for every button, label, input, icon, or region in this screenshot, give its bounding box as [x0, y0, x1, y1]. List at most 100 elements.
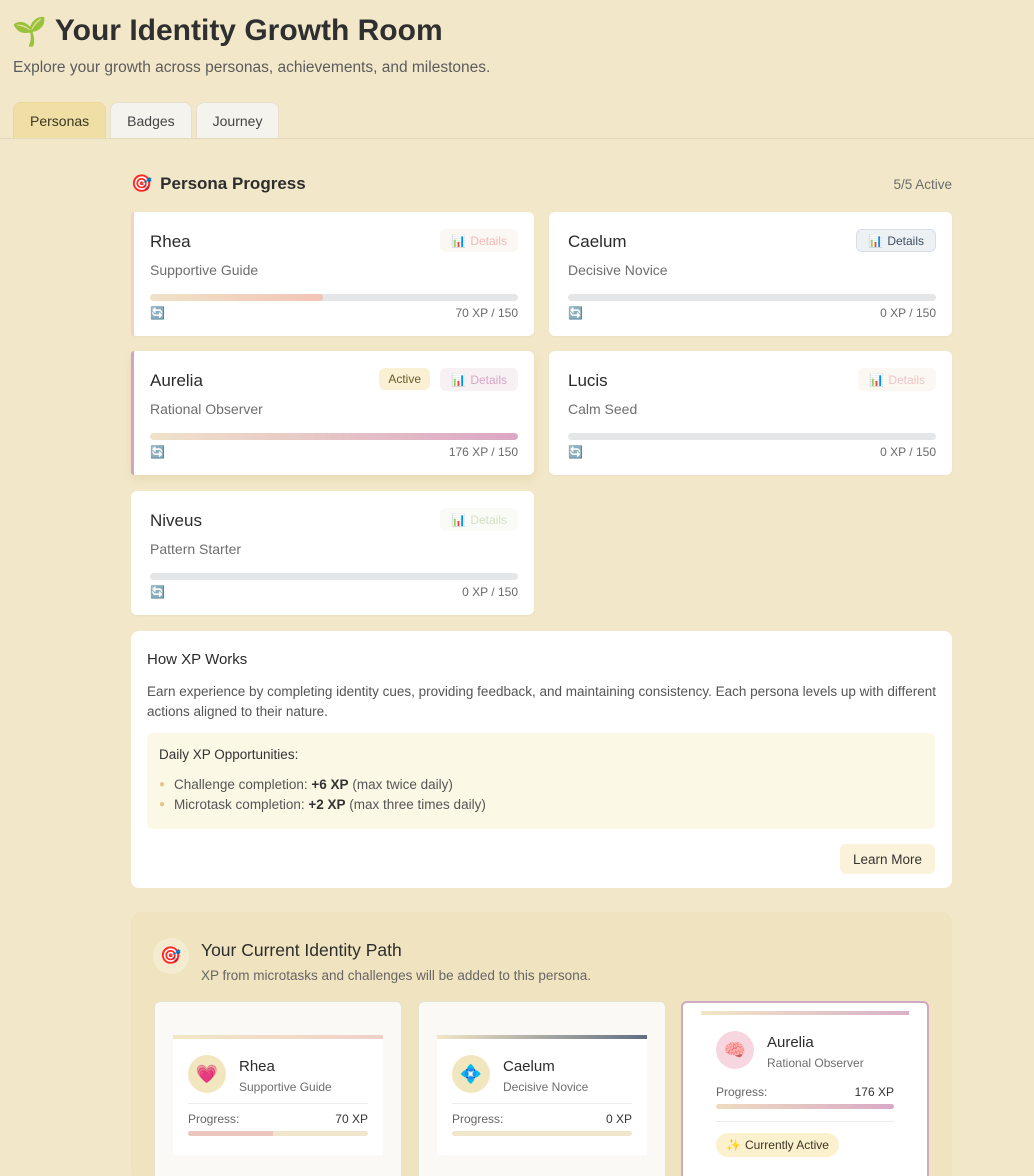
details-button[interactable]: 📊 Details [440, 229, 518, 252]
card-accent [131, 212, 134, 336]
path-persona-card-aurelia[interactable]: 🧠 Aurelia Rational Observer Progress: 17… [681, 1001, 929, 1176]
persona-name: Aurelia [150, 371, 203, 390]
persona-role: Decisive Novice [503, 1080, 589, 1094]
chart-icon: 📊 [451, 512, 467, 527]
progress-bar [716, 1104, 894, 1109]
chart-icon: 📊 [451, 233, 467, 248]
opportunity-label: Microtask completion: [174, 797, 305, 812]
xp-progress-bar [150, 433, 518, 440]
progress-label: Progress: [188, 1112, 240, 1126]
persona-card-niveus[interactable]: Niveus Pattern Starter 📊 Details 🔄 0 XP /… [131, 491, 534, 615]
persona-name: Niveus [150, 511, 202, 530]
persona-card-caelum[interactable]: Caelum Decisive Novice 📊 Details 🔄 0 XP /… [549, 212, 952, 336]
details-label: Details [470, 512, 507, 527]
refresh-icon[interactable]: 🔄 [150, 585, 165, 599]
opportunity-amount: +2 XP [308, 797, 346, 812]
divider [716, 1121, 894, 1122]
refresh-icon[interactable]: 🔄 [568, 445, 583, 459]
daily-xp-opportunities: Daily XP Opportunities: ● Challenge compl… [147, 733, 935, 829]
tab-badges[interactable]: Badges [110, 102, 192, 138]
persona-role: Rational Observer [150, 401, 263, 417]
xp-value: 0 XP / 150 [462, 585, 518, 599]
card-strip [701, 1011, 909, 1015]
persona-role: Pattern Starter [150, 541, 242, 557]
details-label: Details [470, 233, 507, 248]
progress-value: 176 XP [854, 1085, 894, 1099]
details-button[interactable]: 📊 Details [440, 368, 518, 391]
details-label: Details [888, 372, 925, 387]
refresh-icon[interactable]: 🔄 [568, 306, 583, 320]
persona-card-rhea[interactable]: Rhea Supportive Guide 📊 Details 🔄 70 XP /… [131, 212, 534, 336]
persona-role: Decisive Novice [568, 262, 668, 278]
chart-icon: 📊 [451, 372, 467, 387]
card-strip [437, 1035, 647, 1039]
persona-name: Caelum [568, 232, 627, 251]
details-label: Details [887, 233, 924, 248]
details-button[interactable]: 📊 Details [440, 508, 518, 531]
currently-active-label: Currently Active [744, 1138, 829, 1152]
xp-info-description: Earn experience by completing identity c… [147, 684, 936, 719]
page-title-text: Your Identity Growth Room [54, 14, 443, 47]
seedling-icon: 🌱 [12, 15, 47, 47]
target-icon: 🎯 [153, 938, 189, 974]
card-inner: 💠 Caelum Decisive Novice Progress: 0 XP [437, 1035, 647, 1155]
identity-path-subtitle: XP from microtasks and challenges will b… [201, 968, 591, 983]
divider [452, 1103, 632, 1104]
card-strip [173, 1035, 383, 1039]
active-badge: Active [379, 368, 430, 390]
opportunity-amount: +6 XP [311, 777, 349, 792]
chart-icon: 📊 [869, 372, 885, 387]
persona-progress-title-text: Persona Progress [160, 174, 306, 193]
xp-progress-fill [150, 294, 323, 301]
list-item: ● Challenge completion: +6 XP (max twice … [159, 777, 486, 792]
path-persona-card-rhea[interactable]: 💗 Rhea Supportive Guide Progress: 70 XP [154, 1001, 402, 1176]
xp-progress-bar [150, 294, 518, 301]
progress-fill [716, 1104, 894, 1109]
persona-role: Calm Seed [568, 401, 638, 417]
heart-icon: 💗 [188, 1055, 226, 1093]
card-inner: 💗 Rhea Supportive Guide Progress: 70 XP [173, 1035, 383, 1155]
tab-personas[interactable]: Personas [13, 102, 107, 138]
chart-icon: 📊 [868, 233, 884, 248]
learn-more-button[interactable]: Learn More [839, 844, 935, 874]
progress-label: Progress: [716, 1085, 768, 1099]
persona-name: Lucis [568, 371, 608, 390]
details-button[interactable]: 📊 Details [856, 229, 936, 252]
persona-name: Caelum [503, 1058, 555, 1075]
progress-value: 70 XP [335, 1112, 368, 1126]
persona-name: Rhea [239, 1058, 275, 1075]
bullet-icon: ● [159, 799, 166, 810]
details-button[interactable]: 📊 Details [858, 368, 936, 391]
progress-bar [452, 1131, 632, 1136]
divider [188, 1103, 368, 1104]
opportunities-title: Daily XP Opportunities: [159, 747, 299, 762]
xp-value: 0 XP / 150 [880, 306, 936, 320]
persona-progress-title: 🎯 Persona Progress [131, 174, 306, 194]
refresh-icon[interactable]: 🔄 [150, 306, 165, 320]
tab-journey[interactable]: Journey [195, 102, 280, 138]
xp-value: 0 XP / 150 [880, 445, 936, 459]
sparkle-icon: ✨ [726, 1138, 741, 1152]
xp-progress-bar [150, 573, 518, 580]
xp-progress-bar [568, 433, 936, 440]
progress-bar [188, 1131, 368, 1136]
identity-path-title: Your Current Identity Path [201, 940, 402, 960]
bullet-icon: ● [159, 779, 166, 790]
identity-path-panel: 🎯 Your Current Identity Path XP from mic… [131, 912, 952, 1176]
persona-role: Rational Observer [767, 1056, 864, 1070]
details-label: Details [470, 372, 507, 387]
persona-card-aurelia[interactable]: Aurelia Rational Observer Active 📊 Detail… [131, 351, 534, 475]
xp-value: 176 XP / 150 [448, 445, 518, 459]
diamond-icon: 💠 [452, 1055, 490, 1093]
persona-role: Supportive Guide [150, 262, 259, 278]
persona-card-lucis[interactable]: Lucis Calm Seed 📊 Details 🔄 0 XP / 150 [549, 351, 952, 475]
opportunity-note: (max twice daily) [352, 777, 453, 792]
tab-bar: Personas Badges Journey [13, 102, 280, 138]
brain-icon: 🧠 [716, 1031, 754, 1069]
persona-progress-header: 🎯 Persona Progress 5/5 Active [131, 174, 952, 194]
opportunity-label: Challenge completion: [174, 777, 308, 792]
refresh-icon[interactable]: 🔄 [150, 445, 165, 459]
page-subtitle: Explore your growth across personas, ach… [13, 59, 491, 76]
path-persona-card-caelum[interactable]: 💠 Caelum Decisive Novice Progress: 0 XP [418, 1001, 666, 1176]
progress-value: 0 XP [605, 1112, 632, 1126]
